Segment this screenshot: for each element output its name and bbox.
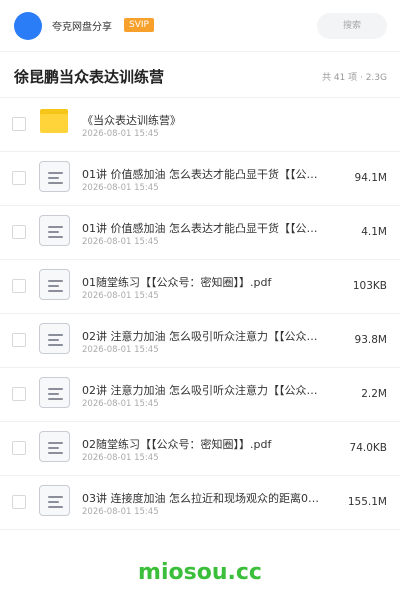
top-bar: 夸克网盘分享 SVIP xyxy=(0,0,400,52)
page-title: 徐昆鹏当众表达训练营 xyxy=(14,68,165,86)
folder-icon xyxy=(40,109,68,133)
list-item[interactable]: 02讲 注意力加油 怎么吸引听众注意力【【公众号：密知圈】】.mp4 2026-… xyxy=(0,314,400,368)
list-item[interactable]: 《当众表达训练营》 2026-08-01 15:45 xyxy=(0,98,400,152)
document-icon xyxy=(39,161,70,192)
item-size: 4.1M xyxy=(361,226,387,238)
list-item[interactable]: 02随堂练习【【公众号：密知圈】】.pdf 2026-08-01 15:45 7… xyxy=(0,422,400,476)
item-name: 02随堂练习【【公众号：密知圈】】.pdf xyxy=(82,438,272,451)
item-name: 《当众表达训练营》 xyxy=(82,114,181,127)
document-icon xyxy=(39,323,70,354)
item-date: 2026-08-01 15:45 xyxy=(82,453,159,463)
list-item[interactable]: 01随堂练习【【公众号：密知圈】】.pdf 2026-08-01 15:45 1… xyxy=(0,260,400,314)
row-checkbox[interactable] xyxy=(12,333,26,347)
app-name: 夸克网盘分享 xyxy=(52,22,112,33)
item-size: 93.8M xyxy=(354,334,387,346)
document-icon xyxy=(39,269,70,300)
item-name: 01讲 价值感加油 怎么表达才能凸显干货【【公众号：密知圈】】.mp4 xyxy=(82,168,328,181)
list-item[interactable]: 01讲 价值感加油 怎么表达才能凸显干货【【公众号：密知圈】】.mp4 2026… xyxy=(0,152,400,206)
document-icon xyxy=(39,485,70,516)
folder-meta: 共 41 项 · 2.3G xyxy=(321,73,387,83)
item-date: 2026-08-01 15:45 xyxy=(82,507,159,517)
item-size: 103KB xyxy=(352,280,387,292)
site-watermark: miosou.cc xyxy=(138,560,262,585)
item-name: 02讲 注意力加油 怎么吸引听众注意力【【公众号：密知圈】】.mp4 xyxy=(82,330,328,343)
list-item[interactable]: 01讲 价值感加油 怎么表达才能凸显干货【【公众号：密知圈】】.mp3 2026… xyxy=(0,206,400,260)
item-size: 155.1M xyxy=(347,496,387,508)
row-checkbox[interactable] xyxy=(12,279,26,293)
item-name: 01讲 价值感加油 怎么表达才能凸显干货【【公众号：密知圈】】.mp3 xyxy=(82,222,328,235)
item-size: 94.1M xyxy=(354,172,387,184)
item-date: 2026-08-01 15:45 xyxy=(82,237,159,247)
svip-badge: SVIP xyxy=(124,18,154,32)
document-icon xyxy=(39,377,70,408)
item-size: 74.0KB xyxy=(349,442,387,454)
row-checkbox[interactable] xyxy=(12,117,26,131)
document-icon xyxy=(39,431,70,462)
row-checkbox[interactable] xyxy=(12,171,26,185)
item-name: 03讲 连接度加油 怎么拉近和现场观众的距离0【【公众号：密知圈】】.mp4 xyxy=(82,492,328,505)
row-checkbox[interactable] xyxy=(12,495,26,509)
document-icon xyxy=(39,215,70,246)
item-date: 2026-08-01 15:45 xyxy=(82,345,159,355)
item-date: 2026-08-01 15:45 xyxy=(82,183,159,193)
row-checkbox[interactable] xyxy=(12,441,26,455)
row-checkbox[interactable] xyxy=(12,225,26,239)
list-item[interactable]: 03讲 连接度加油 怎么拉近和现场观众的距离0【【公众号：密知圈】】.mp4 2… xyxy=(0,476,400,530)
item-size: 2.2M xyxy=(361,388,387,400)
item-date: 2026-08-01 15:45 xyxy=(82,291,159,301)
item-name: 02讲 注意力加油 怎么吸引听众注意力【【公众号：密知圈】】.mp3 xyxy=(82,384,328,397)
share-page: 夸克网盘分享 SVIP 徐昆鹏当众表达训练营 共 41 项 · 2.3G 《当众… xyxy=(0,0,400,600)
file-list: 《当众表达训练营》 2026-08-01 15:45 01讲 价值感加油 怎么表… xyxy=(0,98,400,530)
list-item[interactable]: 02讲 注意力加油 怎么吸引听众注意力【【公众号：密知圈】】.mp3 2026-… xyxy=(0,368,400,422)
item-date: 2026-08-01 15:45 xyxy=(82,129,159,139)
item-name: 01随堂练习【【公众号：密知圈】】.pdf xyxy=(82,276,272,289)
search-input[interactable] xyxy=(317,13,387,39)
avatar[interactable] xyxy=(14,12,42,40)
row-checkbox[interactable] xyxy=(12,387,26,401)
item-date: 2026-08-01 15:45 xyxy=(82,399,159,409)
folder-header: 徐昆鹏当众表达训练营 共 41 项 · 2.3G xyxy=(0,52,400,98)
